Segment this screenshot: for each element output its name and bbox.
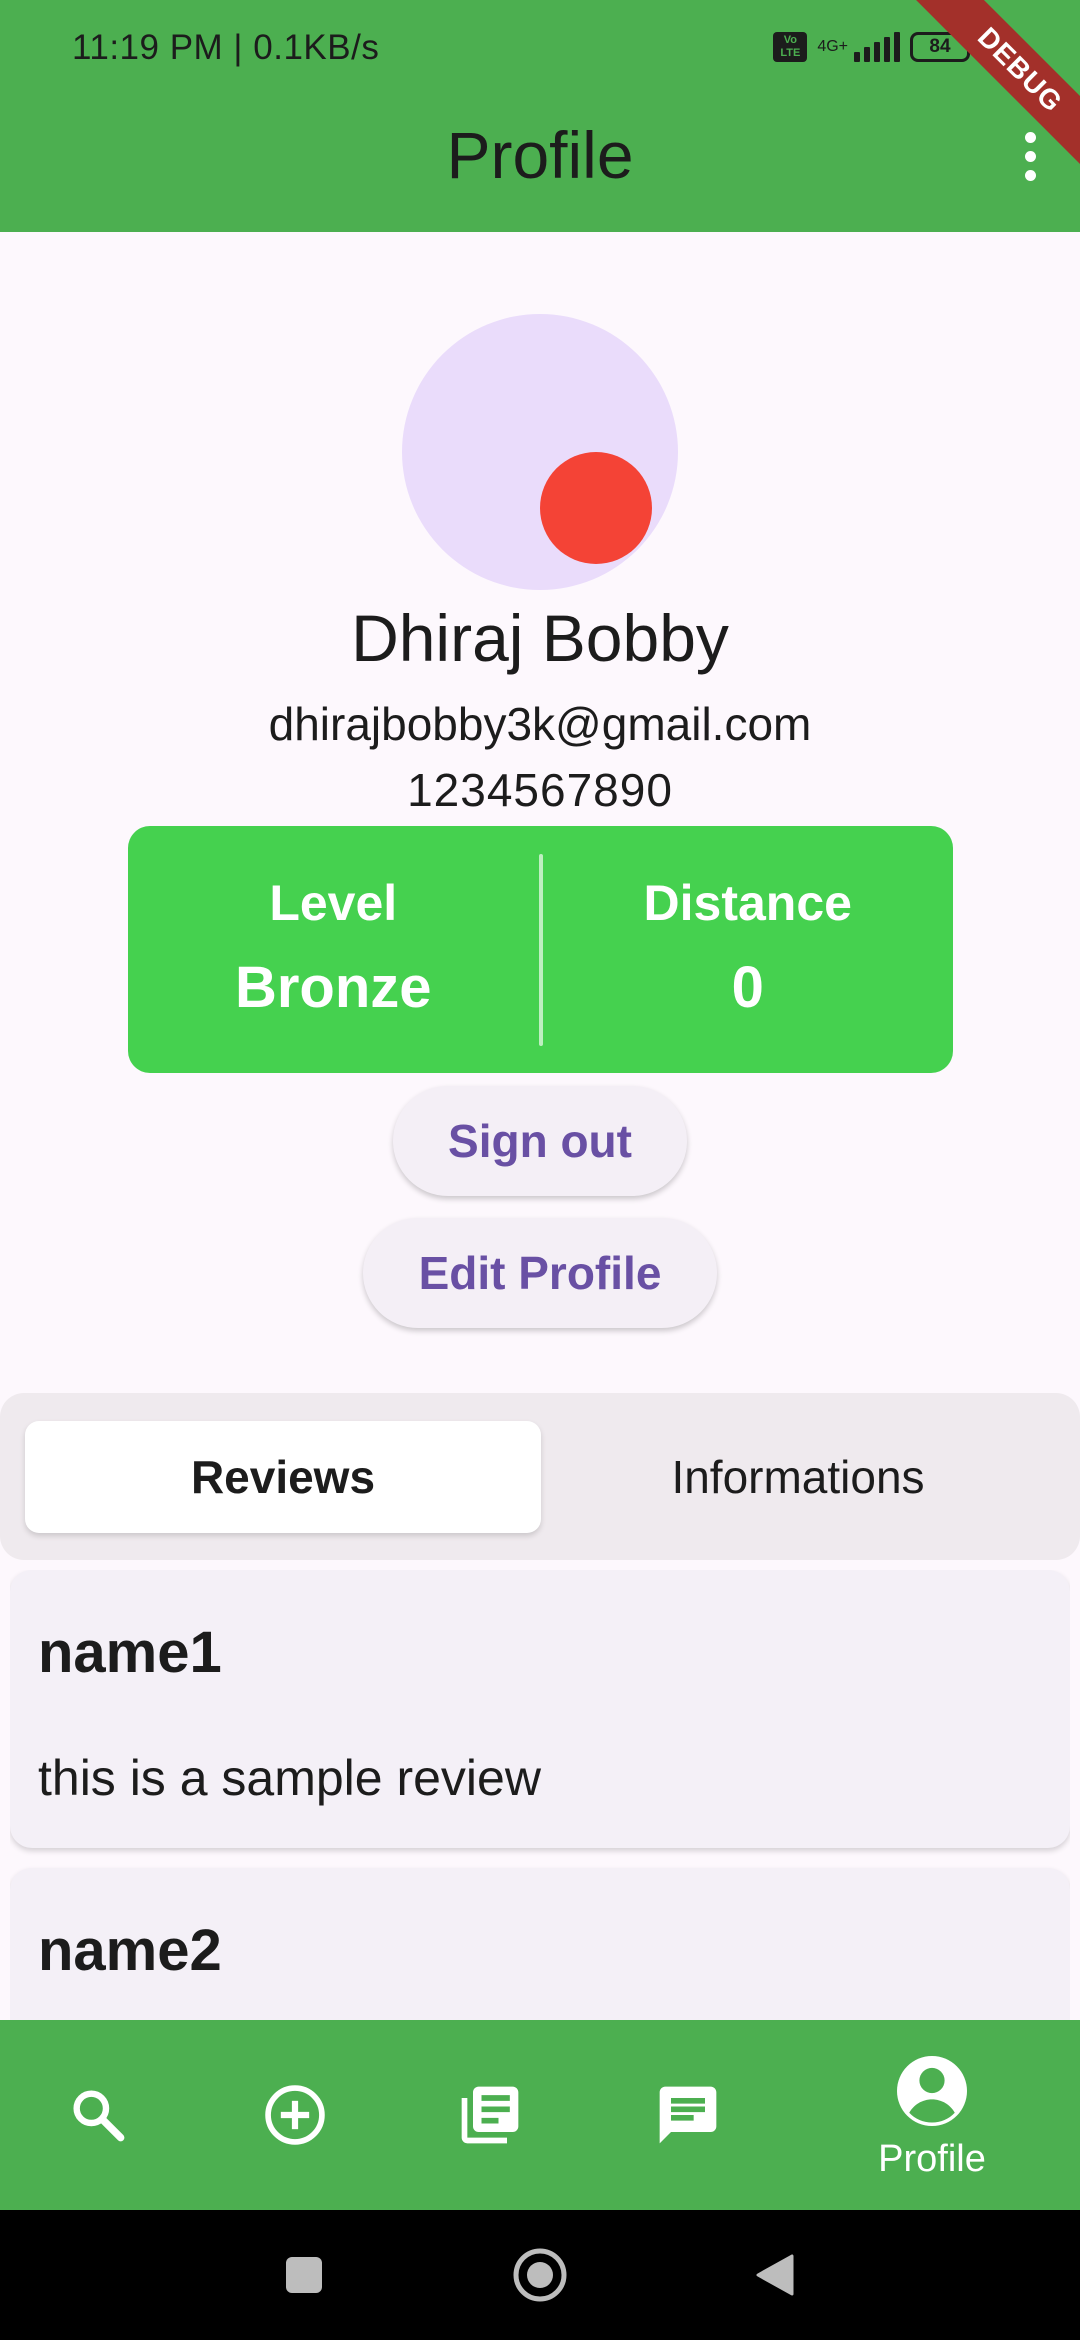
profile-tabs: Reviews Informations [0, 1393, 1080, 1560]
nav-library[interactable] [440, 2020, 540, 2210]
page-title: Profile [446, 118, 634, 192]
distance-value: 0 [731, 954, 764, 1020]
recents-button[interactable] [244, 2210, 364, 2340]
distance-stat: Distance 0 [543, 872, 954, 1028]
app-bar: 11:19 PM | 0.1KB/s Vo LTE 4G+ 84 Profile [0, 0, 1080, 232]
avatar-circle [402, 314, 678, 590]
nav-add[interactable] [245, 2020, 345, 2210]
tab-reviews[interactable]: Reviews [25, 1421, 541, 1533]
review-text: this is a sample review [38, 1750, 541, 1806]
signal-strength-icon [854, 32, 900, 62]
account-circle-icon [897, 2056, 967, 2126]
system-navigation-bar [0, 2210, 1080, 2340]
reviews-list[interactable]: name1 this is a sample review name2 [10, 1570, 1070, 2020]
review-author: name2 [38, 1918, 222, 1983]
square-icon [286, 2257, 322, 2293]
add-circle-icon [265, 2085, 325, 2145]
status-icons: Vo LTE 4G+ 84 [773, 32, 975, 62]
edit-profile-button[interactable]: Edit Profile [363, 1218, 717, 1328]
home-button[interactable] [480, 2210, 600, 2340]
volte-icon: Vo LTE [773, 32, 808, 62]
distance-label: Distance [643, 874, 852, 931]
back-button[interactable] [715, 2210, 835, 2340]
user-name: Dhiraj Bobby [351, 601, 729, 675]
user-phone: 1234567890 [407, 764, 673, 816]
review-card[interactable]: name1 this is a sample review [10, 1570, 1070, 1848]
stats-card: Level Bronze Distance 0 [128, 826, 953, 1073]
level-value: Bronze [234, 954, 432, 1020]
chat-icon [659, 2086, 717, 2144]
level-stat: Level Bronze [128, 872, 539, 1028]
nav-profile[interactable]: Profile [852, 2020, 1012, 2210]
network-type-label: 4G+ [817, 38, 848, 55]
level-label: Level [269, 874, 398, 931]
library-books-icon [461, 2086, 519, 2144]
profile-screen: 11:19 PM | 0.1KB/s Vo LTE 4G+ 84 Profile… [0, 0, 1080, 2340]
back-triangle-icon [756, 2254, 794, 2296]
nav-profile-label: Profile [878, 2138, 986, 2180]
review-card[interactable]: name2 [10, 1868, 1070, 2020]
search-icon [73, 2090, 125, 2142]
tab-informations[interactable]: Informations [540, 1421, 1056, 1533]
nav-chat[interactable] [638, 2020, 738, 2210]
avatar-status-dot [540, 452, 652, 564]
review-author: name1 [38, 1620, 222, 1685]
home-circle-icon [513, 2248, 567, 2302]
avatar[interactable] [402, 314, 678, 590]
status-time: 11:19 PM | 0.1KB/s [72, 28, 380, 67]
nav-search[interactable] [48, 2020, 148, 2210]
bottom-navigation: Profile [0, 2020, 1080, 2210]
more-vert-icon [1024, 131, 1036, 143]
sign-out-button[interactable]: Sign out [393, 1086, 687, 1196]
user-email: dhirajbobby3k@gmail.com [268, 698, 812, 750]
